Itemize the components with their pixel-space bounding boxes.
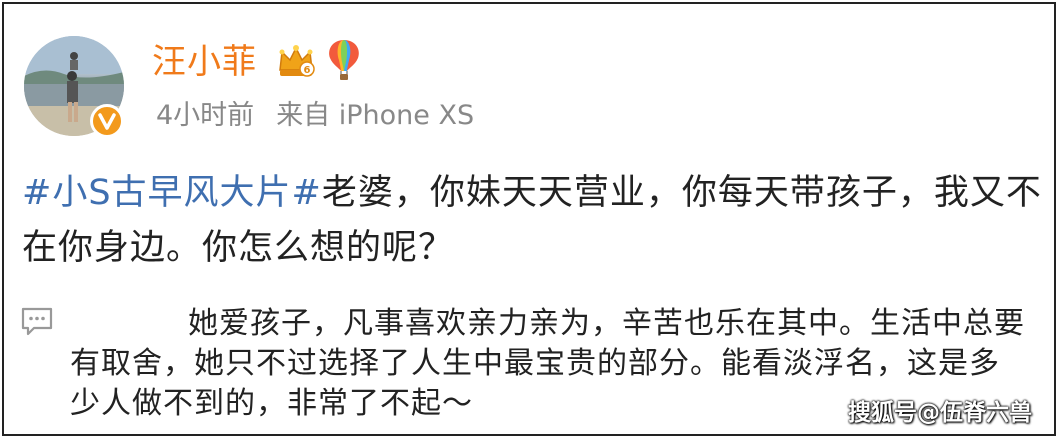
- hot-air-balloon-icon: [324, 38, 364, 86]
- watermark: 搜狐号@伍脊六兽: [848, 400, 1032, 426]
- post-content: #小S古早风大片#老婆，你妹天天营业，你每天带孩子，我又不在你身边。你怎么想的呢…: [22, 166, 1052, 276]
- post-time: 4小时前: [156, 100, 255, 131]
- post-source[interactable]: 来自 iPhone XS: [276, 100, 474, 131]
- post-meta: 4小时前 来自 iPhone XS: [156, 98, 474, 134]
- crown-icon: 6: [276, 40, 316, 84]
- verified-v-icon: [90, 104, 124, 138]
- hashtag-link[interactable]: #小S古早风大片#: [22, 173, 322, 213]
- crown-level: 6: [304, 65, 311, 76]
- weibo-post-card: 汪小菲 6 4小时前 来自 iPhone XS #小S古早风大片#老婆，你妹天天营…: [2, 2, 1056, 436]
- username[interactable]: 汪小菲: [152, 42, 257, 82]
- comment-icon[interactable]: [20, 306, 54, 342]
